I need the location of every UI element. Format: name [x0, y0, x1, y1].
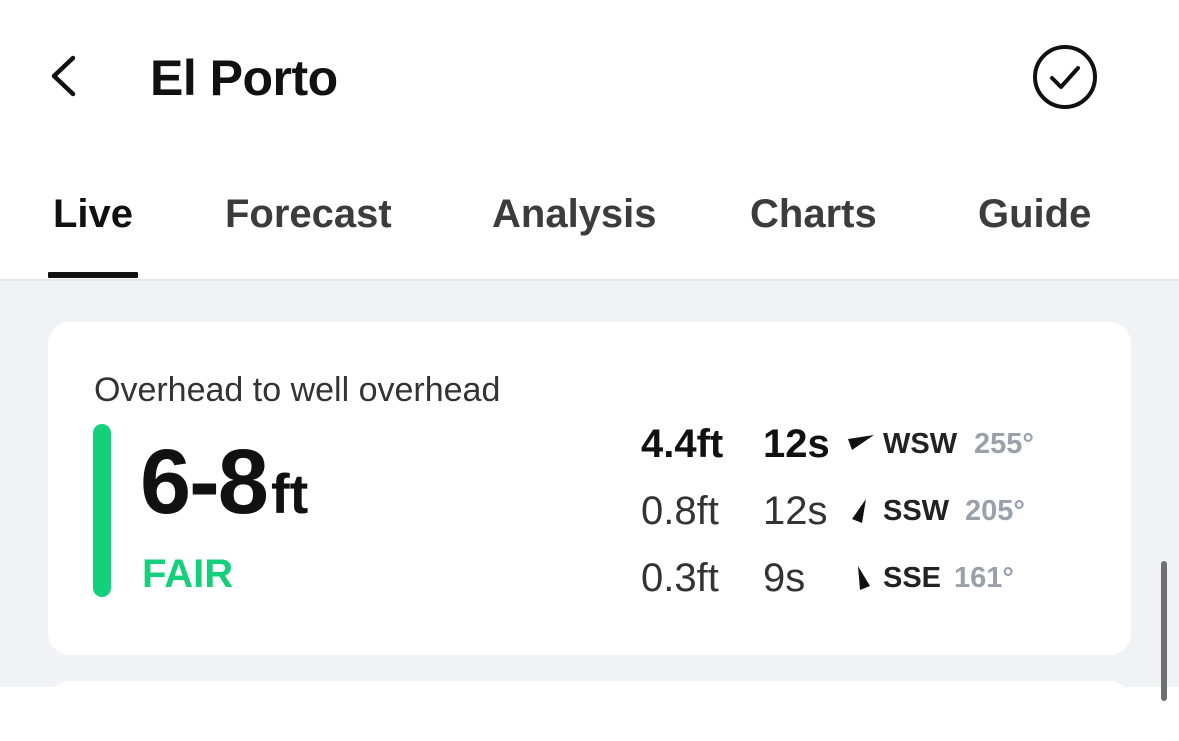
swell-height: 4.4ft	[641, 422, 724, 466]
swell-degrees: 255°	[974, 428, 1034, 460]
chevron-left-icon	[51, 55, 76, 97]
scrollbar[interactable]	[1161, 561, 1167, 701]
rating-color-bar	[93, 424, 111, 597]
swell-direction-arrow-icon	[852, 499, 866, 523]
swell-direction-arrow-icon	[858, 566, 870, 590]
condition-description: Overhead to well overhead	[94, 371, 501, 409]
favorite-check-button[interactable]	[1030, 42, 1100, 112]
tab-live[interactable]: Live	[53, 189, 133, 239]
swell-direction: SSE	[883, 562, 942, 594]
page-title: El Porto	[150, 50, 338, 106]
swell-row: 0.8ft 12s SSW 205°	[641, 486, 1101, 536]
check-circle-icon	[1033, 45, 1097, 109]
app-header: El Porto	[0, 0, 1179, 155]
swell-period: 12s	[763, 489, 828, 533]
swell-degrees: 161°	[954, 562, 1014, 594]
swell-period: 9s	[763, 556, 806, 600]
wave-height: 6-8ft	[140, 432, 308, 559]
tab-bar: Live Forecast Analysis Charts Guide	[0, 155, 1179, 281]
conditions-card[interactable]: Overhead to well overhead 6-8ft FAIR 4.4…	[48, 322, 1131, 655]
swell-height: 0.8ft	[641, 489, 719, 533]
next-card	[48, 681, 1131, 741]
swell-period: 12s	[763, 422, 830, 466]
wave-height-unit: ft	[270, 462, 309, 525]
swell-height: 0.3ft	[641, 556, 719, 600]
tab-charts[interactable]: Charts	[750, 189, 877, 239]
swell-row: 4.4ft 12s WSW 255°	[641, 419, 1101, 469]
back-button[interactable]	[40, 48, 90, 102]
rating-label: FAIR	[142, 552, 234, 596]
swell-direction-arrow-icon	[848, 435, 874, 450]
swell-row: 0.3ft 9s SSE 161°	[641, 553, 1101, 603]
active-tab-indicator	[48, 272, 138, 278]
swell-degrees: 205°	[965, 495, 1025, 527]
content-area: Overhead to well overhead 6-8ft FAIR 4.4…	[0, 281, 1179, 741]
tab-guide[interactable]: Guide	[978, 189, 1091, 239]
swell-direction: SSW	[883, 495, 950, 527]
tab-analysis[interactable]: Analysis	[492, 189, 657, 239]
swell-direction: WSW	[883, 428, 958, 460]
tab-forecast[interactable]: Forecast	[225, 189, 392, 239]
wave-height-range: 6-8	[140, 431, 269, 533]
